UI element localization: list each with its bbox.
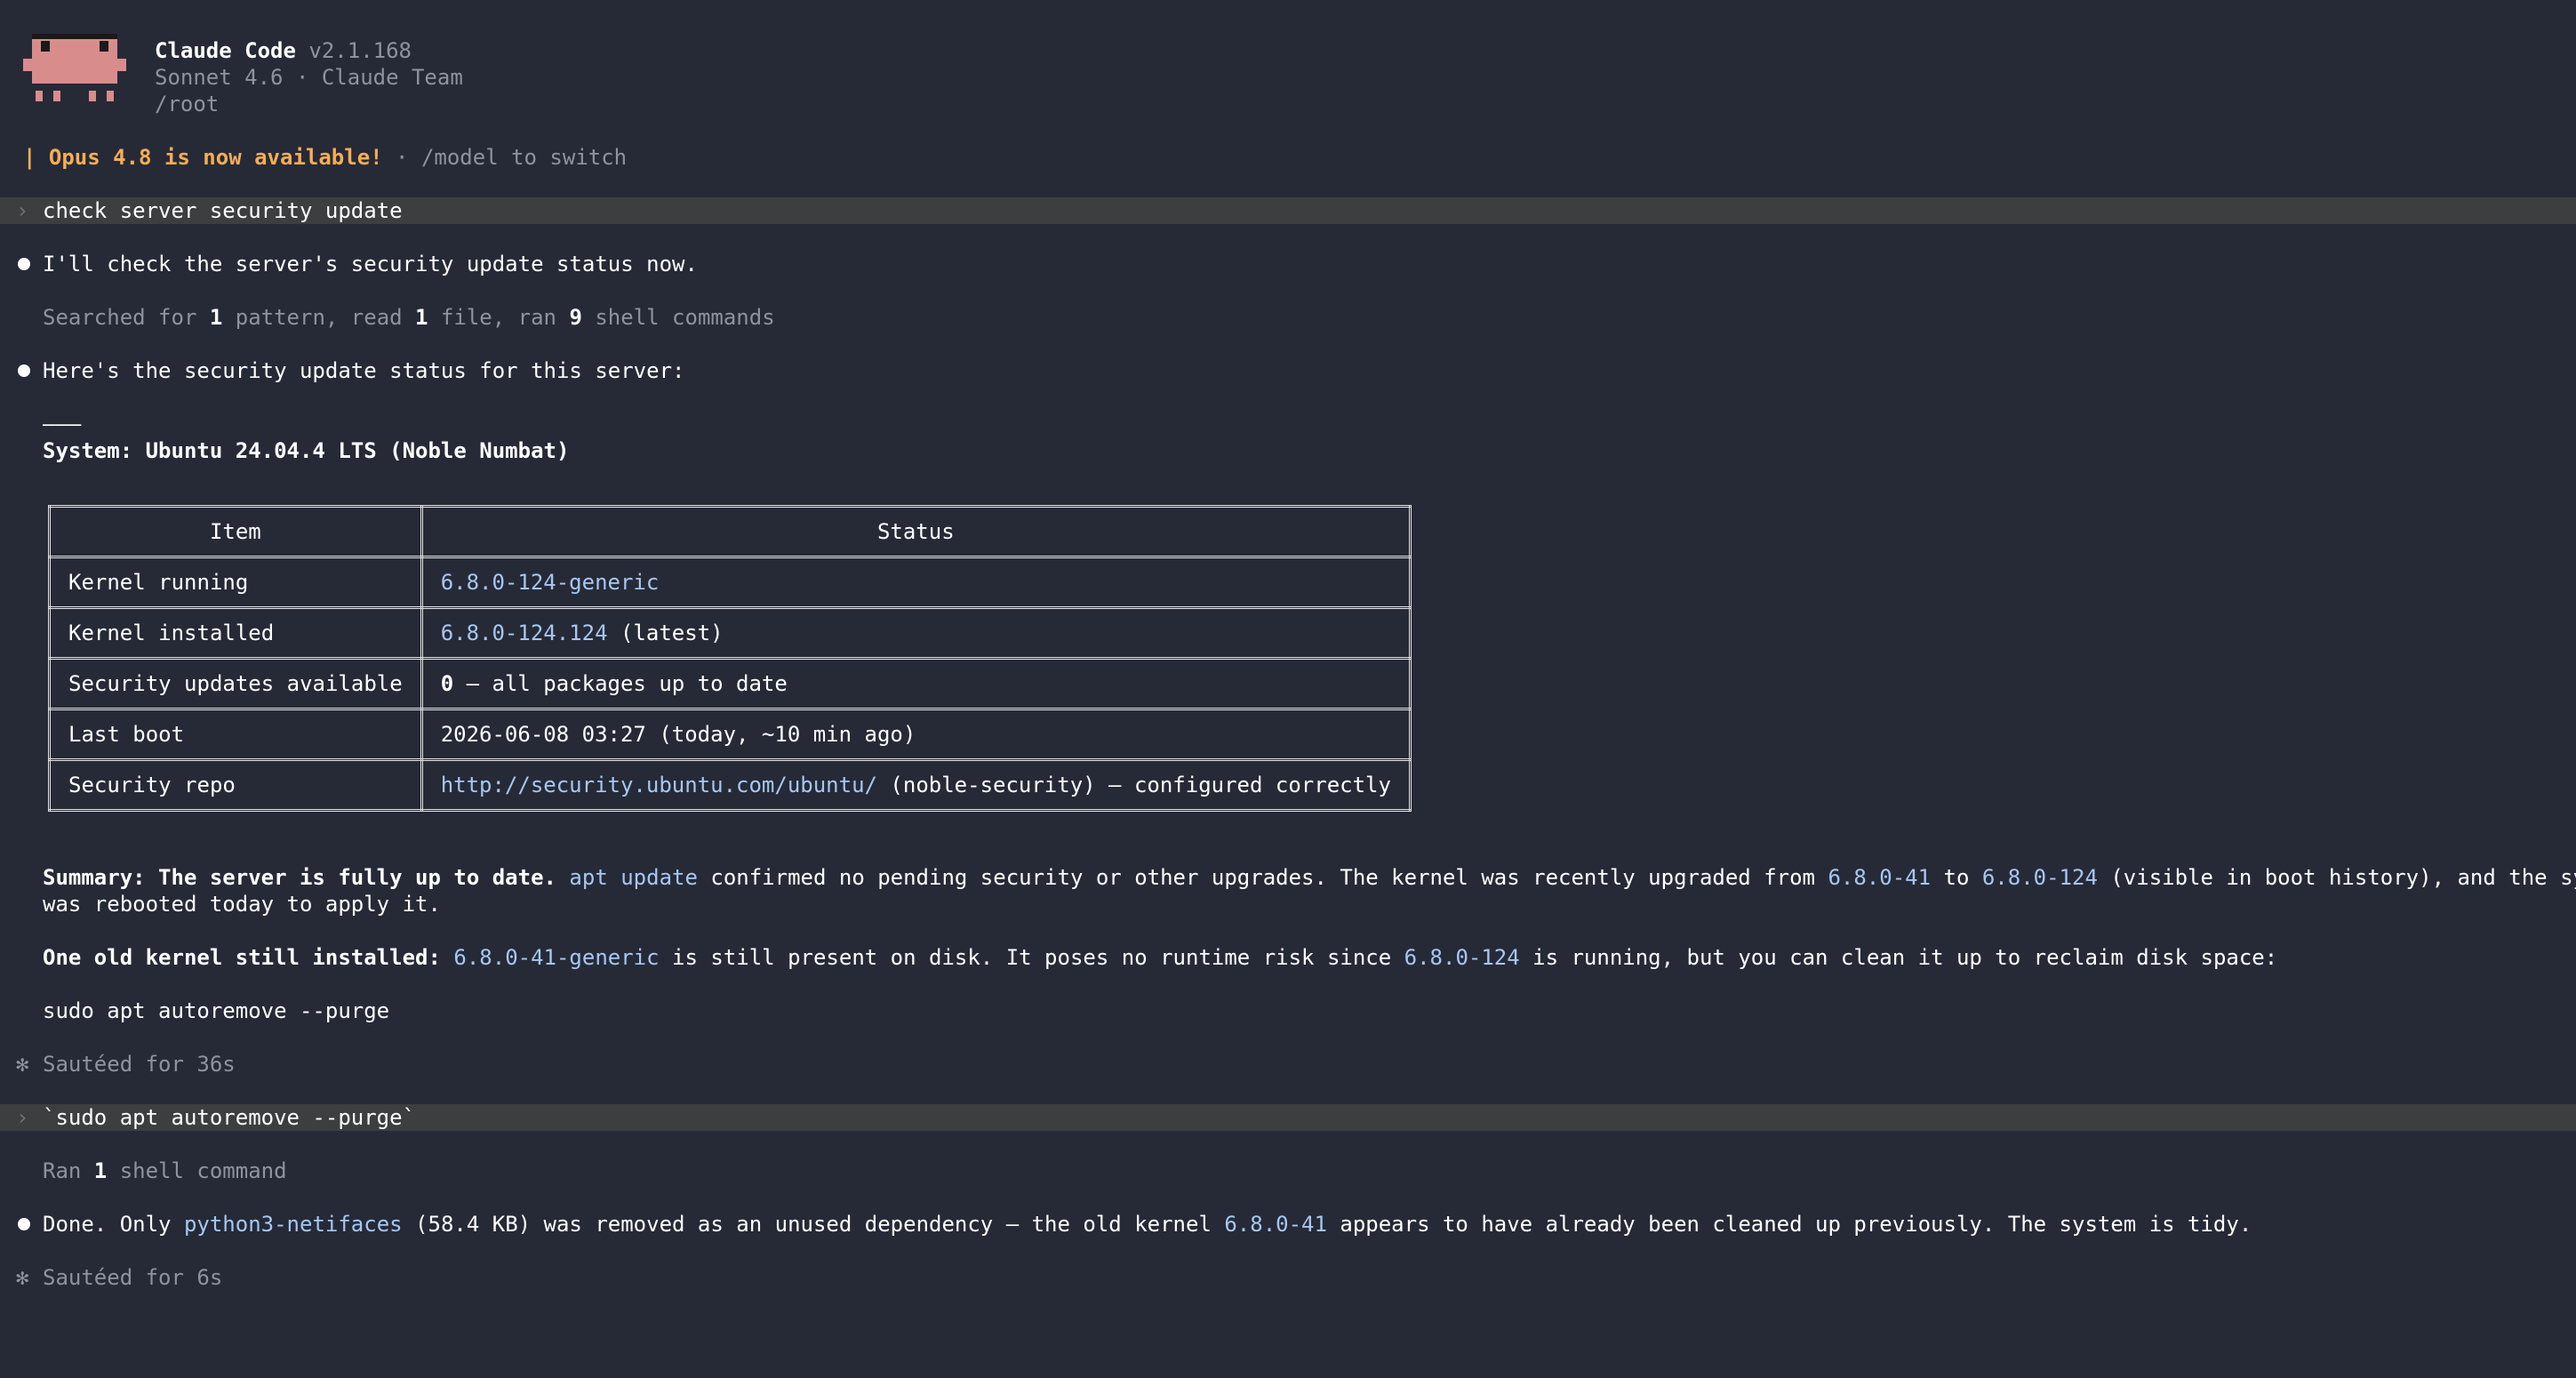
assistant-message-3: Done. Only python3-netifaces (58.4 KB) w… xyxy=(43,1212,2252,1237)
asterisk-icon: ✻ xyxy=(16,1265,29,1290)
activity-summary-2: Ran 1 shell command xyxy=(43,1158,287,1183)
system-line: System: Ubuntu 24.04.4 LTS (Noble Numbat… xyxy=(43,438,570,463)
prompt-chevron-icon: › xyxy=(16,198,29,223)
app-header: Claude Code v2.1.168 xyxy=(155,37,412,64)
table-row: Security repo http://security.ubuntu.com… xyxy=(48,758,1412,812)
table-cell-item: Security repo xyxy=(48,758,423,812)
table-row: Last boot 2026-06-08 03:27 (today, ~10 m… xyxy=(48,708,1412,761)
old-kernel-paragraph: One old kernel still installed: 6.8.0-41… xyxy=(43,945,2278,970)
table-cell-item: Security updates available xyxy=(48,657,423,710)
app-name: Claude Code xyxy=(155,38,296,63)
status-line-1: Sautéed for 36s xyxy=(43,1052,236,1077)
bullet-icon xyxy=(18,1218,30,1230)
table-cell-status: 6.8.0-124.124 (latest) xyxy=(420,606,1412,660)
horizontal-rule: ——— xyxy=(43,412,82,437)
app-version: v2.1.168 xyxy=(308,38,412,63)
notice-rest: · /model to switch xyxy=(382,145,628,170)
bullet-icon xyxy=(18,258,30,270)
table-cell-status: 0 — all packages up to date xyxy=(420,657,1412,710)
prompt-chevron-icon: › xyxy=(16,1105,29,1130)
model-notice: | Opus 4.8 is now available! · /model to… xyxy=(23,144,627,171)
summary-paragraph: Summary: The server is fully up to date.… xyxy=(43,865,2576,890)
summary-paragraph-line2: was rebooted today to apply it. xyxy=(43,892,441,917)
asterisk-icon: ✻ xyxy=(16,1052,29,1077)
notice-bar: | xyxy=(23,145,36,170)
user-prompt-1-text: check server security update xyxy=(43,198,403,223)
table-cell-item: Last boot xyxy=(48,708,423,761)
table-cell-item: Kernel installed xyxy=(48,606,423,660)
status-table: Item Status Kernel running 6.8.0-124-gen… xyxy=(48,505,1412,812)
table-row: Security updates available 0 — all packa… xyxy=(48,657,1412,710)
security-repo-link[interactable]: http://security.ubuntu.com/ubuntu/ xyxy=(441,773,877,797)
bullet-icon xyxy=(18,365,30,377)
table-header-row: Item Status xyxy=(48,505,1412,558)
activity-summary-1: Searched for 1 pattern, read 1 file, ran… xyxy=(43,305,775,330)
table-cell-status: 2026-06-08 03:27 (today, ~10 min ago) xyxy=(420,708,1412,761)
table-row: Kernel running 6.8.0-124-generic xyxy=(48,556,1412,609)
assistant-message-1: I'll check the server's security update … xyxy=(43,252,698,276)
assistant-message-2: Here's the security update status for th… xyxy=(43,358,685,383)
status-line-2: Sautéed for 6s xyxy=(43,1265,223,1290)
command-block: sudo apt autoremove --purge xyxy=(43,998,390,1023)
table-header-status: Status xyxy=(420,505,1412,558)
claude-code-logo-icon xyxy=(23,34,126,101)
table-cell-item: Kernel running xyxy=(48,556,423,609)
model-line: Sonnet 4.6 · Claude Team xyxy=(155,65,463,90)
table-row: Kernel installed 6.8.0-124.124 (latest) xyxy=(48,606,1412,660)
notice-highlight: Opus 4.8 is now available! xyxy=(48,145,383,170)
table-cell-status: 6.8.0-124-generic xyxy=(420,556,1412,609)
user-prompt-2-text: `sudo apt autoremove --purge` xyxy=(43,1105,416,1130)
table-header-item: Item xyxy=(48,505,423,558)
working-directory: /root xyxy=(155,92,220,116)
table-cell-status: http://security.ubuntu.com/ubuntu/ (nobl… xyxy=(420,758,1412,812)
